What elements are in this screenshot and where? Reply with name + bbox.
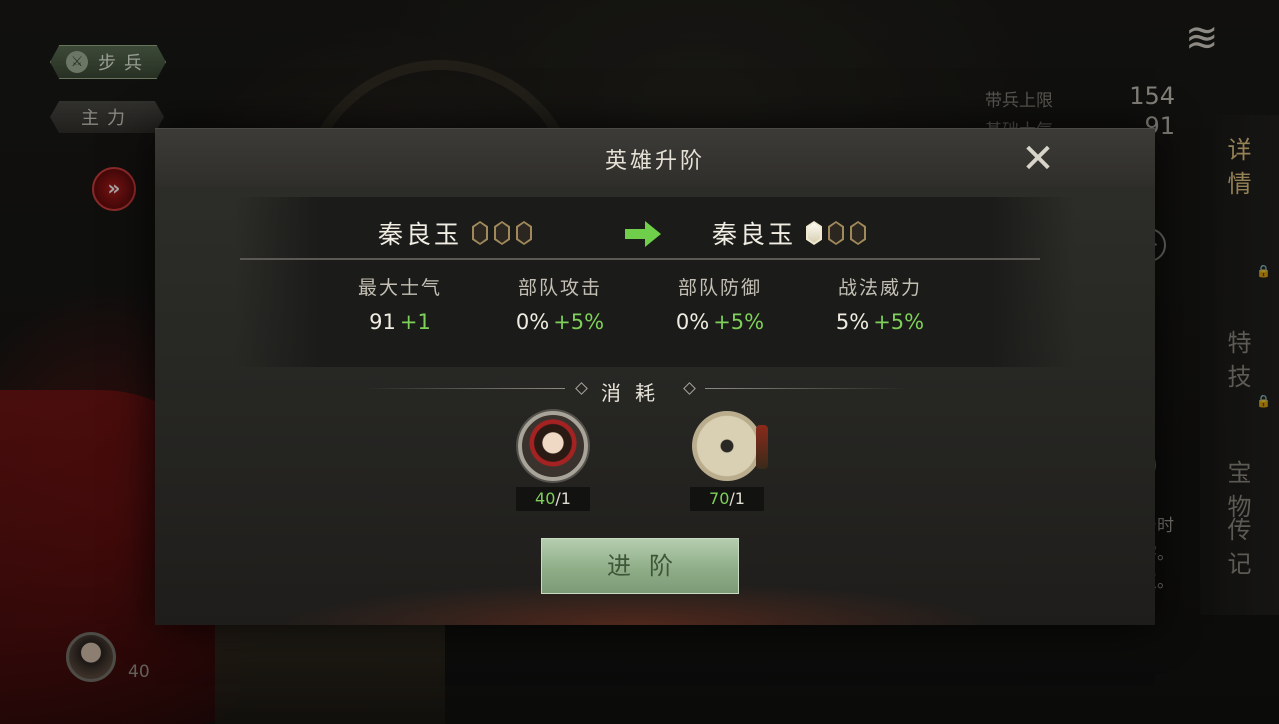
- stat-value: 5% +5%: [835, 310, 925, 334]
- hero-name: 秦良玉: [378, 220, 463, 249]
- stat-value: 0% +5%: [515, 310, 605, 334]
- stat-troop-defense: 部队防御 0% +5%: [650, 273, 790, 334]
- arrow-right-icon: [625, 221, 661, 247]
- upgrade-preview-panel: 秦良玉 秦良玉 最大士气 91 +1 部队攻击 0% +5% 部队防御 0% +5%: [235, 197, 1075, 367]
- stat-delta: +5%: [713, 310, 765, 334]
- coin-icon: [692, 411, 768, 481]
- stat-value: 91 +1: [369, 310, 431, 334]
- stat-label: 部队防御: [677, 277, 762, 299]
- cost-coin[interactable]: 70/1: [689, 411, 768, 511]
- hero-current: 秦良玉: [378, 213, 538, 253]
- stat-delta: +5%: [873, 310, 925, 334]
- hero-next: 秦良玉: [712, 213, 872, 253]
- close-button[interactable]: ✕: [1019, 139, 1057, 179]
- cost-title: 消耗: [601, 381, 669, 405]
- stat-label: 最大士气: [357, 277, 442, 299]
- stat-delta: +1: [399, 310, 431, 334]
- star-gem-icon: [828, 221, 845, 245]
- cost-header: 消耗: [365, 377, 905, 405]
- star-gem-filled-icon: [806, 221, 823, 245]
- star-gem-icon: [516, 221, 533, 245]
- advance-button[interactable]: 进阶: [541, 538, 739, 594]
- hero-name: 秦良玉: [712, 220, 797, 249]
- stat-max-morale: 最大士气 91 +1: [330, 273, 470, 334]
- star-gem-icon: [850, 221, 867, 245]
- star-gem-icon: [494, 221, 511, 245]
- stat-tactic-power: 战法威力 5% +5%: [810, 273, 950, 334]
- stat-label: 部队攻击: [517, 277, 602, 299]
- dialog-title: 英雄升阶: [604, 149, 705, 174]
- cost-hero-card[interactable]: 40/1: [515, 411, 591, 511]
- cost-count: 40/1: [516, 487, 590, 511]
- stat-delta: +5%: [553, 310, 605, 334]
- stat-troop-attack: 部队攻击 0% +5%: [490, 273, 630, 334]
- cost-count: 70/1: [690, 487, 764, 511]
- hero-upgrade-dialog: 英雄升阶 ✕ 秦良玉 秦良玉 最大士气 91 +1 部队攻击 0% +5% 部队…: [155, 128, 1155, 625]
- hero-portrait-icon: [518, 411, 588, 481]
- divider: [240, 258, 1040, 260]
- stat-value: 0% +5%: [675, 310, 765, 334]
- divider: [705, 388, 905, 389]
- dialog-header: 英雄升阶 ✕: [155, 129, 1155, 187]
- star-gem-icon: [472, 221, 489, 245]
- stat-label: 战法威力: [837, 277, 922, 299]
